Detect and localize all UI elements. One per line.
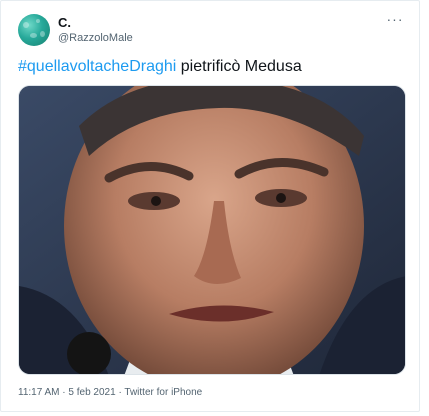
more-horizontal-icon: ··· xyxy=(386,11,404,27)
tweet-body-text: pietrificò Medusa xyxy=(176,58,302,75)
timestamp-link[interactable]: 11:17 AM · 5 feb 2021 xyxy=(18,387,116,398)
portrait-photo xyxy=(19,86,405,374)
tweet-meta: 11:17 AM · 5 feb 2021 · Twitter for iPho… xyxy=(18,387,202,398)
tweet-card[interactable]: C. @RazzoloMale ··· #quellavoltacheDragh… xyxy=(0,0,420,412)
hashtag-link[interactable]: #quellavoltacheDraghi xyxy=(18,58,176,75)
author-handle[interactable]: @RazzoloMale xyxy=(58,32,133,44)
author-name[interactable]: C. xyxy=(58,15,71,30)
tweet-photo[interactable] xyxy=(18,85,406,375)
more-options-button[interactable]: ··· xyxy=(385,11,405,29)
avatar[interactable] xyxy=(18,14,50,46)
tweet-text: #quellavoltacheDraghi pietrificò Medusa xyxy=(18,58,302,76)
source-link[interactable]: Twitter for iPhone xyxy=(124,387,202,398)
